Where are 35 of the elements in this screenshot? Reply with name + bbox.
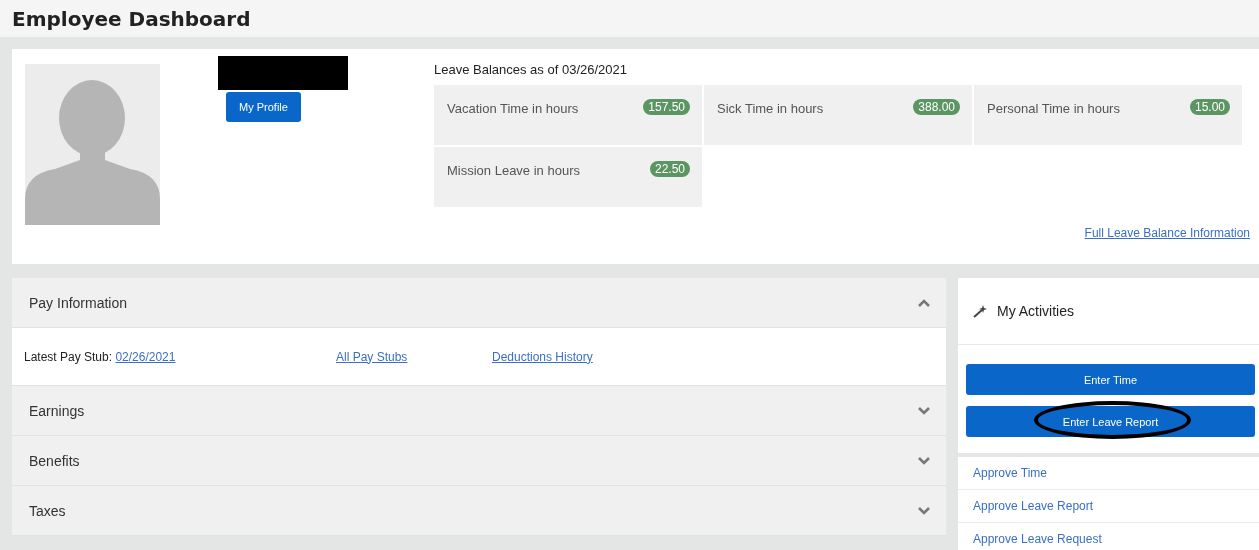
leave-balances-heading: Leave Balances as of 03/26/2021 bbox=[434, 62, 628, 77]
pay-stub-date-link[interactable]: 02/26/2021 bbox=[115, 349, 176, 364]
accordion-header[interactable]: Earnings bbox=[12, 386, 946, 436]
leave-type-label: Vacation Time in hours bbox=[447, 101, 579, 116]
hours-badge: 22.50 bbox=[649, 161, 690, 177]
pay-link[interactable]: All Pay Stubs bbox=[336, 349, 408, 364]
activity-button[interactable]: Enter Time bbox=[966, 364, 1255, 395]
leave-type-label: Sick Time in hours bbox=[717, 101, 824, 116]
chevron-down-icon[interactable] bbox=[918, 406, 930, 415]
section-title: Taxes bbox=[29, 502, 66, 519]
approval-link[interactable]: Approve Time bbox=[973, 466, 1048, 480]
approval-link[interactable]: Approve Leave Report bbox=[973, 499, 1094, 513]
section-title: Earnings bbox=[29, 402, 85, 419]
pay-link[interactable]: Deductions History bbox=[492, 349, 593, 364]
leave-type-label: Mission Leave in hours bbox=[447, 163, 580, 178]
chevron-up-icon[interactable] bbox=[918, 298, 930, 307]
accordion-header[interactable]: Taxes bbox=[12, 486, 946, 536]
my-profile-button[interactable]: My Profile bbox=[226, 92, 301, 122]
latest-pay-stub-label: Latest Pay Stub: 02/26/2021 bbox=[24, 349, 177, 364]
hours-badge: 157.50 bbox=[643, 99, 690, 115]
section-title: Pay Information bbox=[29, 294, 128, 311]
leave-type-label: Personal Time in hours bbox=[987, 101, 1120, 116]
magic-wand-icon bbox=[973, 304, 987, 318]
chevron-down-icon[interactable] bbox=[918, 456, 930, 465]
avatar-icon bbox=[25, 64, 160, 225]
hours-badge: 388.00 bbox=[913, 99, 960, 115]
section-title: Benefits bbox=[29, 452, 80, 469]
accordion-header[interactable]: Pay Information bbox=[12, 278, 946, 328]
chevron-down-icon[interactable] bbox=[918, 506, 930, 515]
activities-title: My Activities bbox=[997, 303, 1074, 319]
accordion-header[interactable]: Benefits bbox=[12, 436, 946, 486]
hours-badge: 15.00 bbox=[1189, 99, 1230, 115]
page-title: Employee Dashboard bbox=[12, 6, 251, 31]
approval-link[interactable]: Approve Leave Request bbox=[973, 532, 1102, 546]
full-leave-balance-link[interactable]: Full Leave Balance Information bbox=[1084, 226, 1250, 240]
